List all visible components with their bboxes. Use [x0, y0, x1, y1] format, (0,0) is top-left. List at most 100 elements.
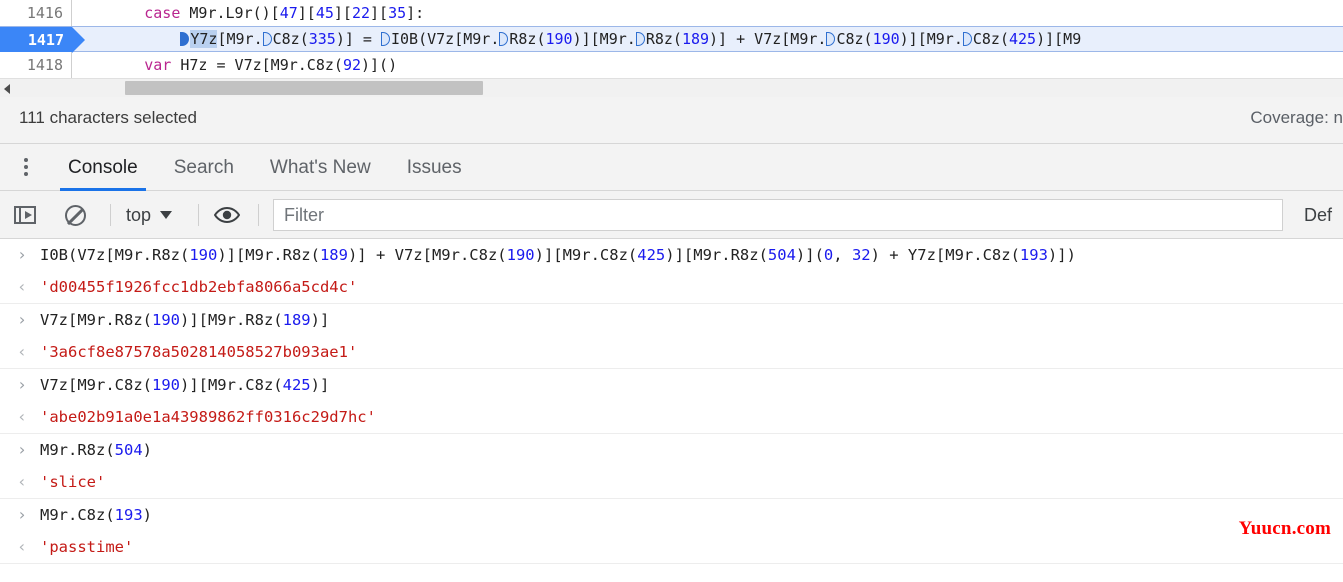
clear-console-button[interactable]	[65, 191, 86, 239]
source-code-lines[interactable]: 1416 case M9r.L9r()[47][45][22][35]: 1417…	[0, 0, 1343, 78]
code-token: )][M9r.R8z(	[179, 311, 283, 329]
code-token: ,	[833, 246, 852, 264]
console-input-row[interactable]: › V7z[M9r.C8z(190)][M9r.C8z(425)]	[0, 369, 1343, 401]
drawer-tab-bar: Console Search What's New Issues	[0, 144, 1343, 191]
code-token: )][M9r.R8z(	[665, 246, 768, 264]
toolbar-divider-1	[110, 204, 111, 226]
editor-status-bar: 111 characters selected Coverage: n	[0, 97, 1343, 144]
kebab-menu-icon[interactable]	[24, 158, 28, 177]
tab-issues[interactable]: Issues	[389, 144, 480, 191]
toolbar-divider-2	[198, 204, 199, 226]
code-token: )]()	[361, 56, 398, 74]
editor-horizontal-scrollbar[interactable]	[0, 78, 1343, 97]
code-token: 189	[282, 311, 311, 329]
code-fold-marker-icon[interactable]	[381, 32, 390, 46]
code-token: var	[144, 56, 172, 74]
tab-console[interactable]: Console	[50, 144, 156, 191]
console-row-text: M9r.R8z(504)	[40, 434, 152, 466]
prompt-arrow-icon: ›	[17, 310, 27, 329]
scrollbar-thumb[interactable]	[125, 81, 483, 95]
code-fold-marker-icon[interactable]	[962, 32, 972, 46]
code-token: )	[142, 441, 152, 459]
code-token: 189	[319, 246, 348, 264]
code-fold-marker-icon[interactable]	[826, 32, 836, 46]
line-number[interactable]: 1418	[0, 52, 72, 78]
sidebar-toggle-button[interactable]	[14, 191, 36, 239]
console-input-row[interactable]: › V7z[M9r.R8z(190)][M9r.R8z(189)]	[0, 304, 1343, 336]
tab-label: Issues	[406, 156, 462, 178]
console-result-row[interactable]: ‹ '3a6cf8e87578a502814058527b093ae1'	[0, 336, 1343, 369]
console-input-row[interactable]: › I0B(V7z[M9r.R8z(190)][M9r.R8z(189)] + V…	[0, 239, 1343, 271]
tab-label: What's New	[269, 156, 371, 178]
toolbar-divider-3	[258, 204, 259, 226]
code-token: )][M9r.	[899, 30, 963, 48]
tab-what-s-new[interactable]: What's New	[252, 144, 389, 191]
console-row-text: V7z[M9r.R8z(190)][M9r.R8z(189)]	[40, 304, 329, 336]
execution-context-value: top	[126, 204, 152, 225]
code-token: 47	[279, 4, 298, 22]
code-token: 45	[315, 4, 334, 22]
scroll-left-arrow-icon[interactable]	[4, 84, 10, 94]
code-token: H7z = V7z[M9r.C8z(	[171, 56, 343, 74]
code-line-text[interactable]: case M9r.L9r()[47][45][22][35]:	[72, 0, 424, 26]
code-token: 190	[506, 246, 535, 264]
execution-context-selector[interactable]: top	[126, 191, 173, 239]
site-watermark: Yuucn.com	[1238, 518, 1331, 539]
code-token: 190	[189, 246, 218, 264]
code-line[interactable]: 1416 case M9r.L9r()[47][45][22][35]:	[0, 0, 1343, 26]
prompt-arrow-icon: ›	[17, 505, 27, 524]
console-result-row[interactable]: ‹ 'slice'	[0, 466, 1343, 499]
code-token: V7z[M9r.R8z(	[40, 311, 152, 329]
line-number[interactable]: 1416	[0, 0, 72, 26]
tab-search[interactable]: Search	[156, 144, 252, 191]
code-token: 189	[681, 30, 710, 48]
console-result-row[interactable]: ‹ 'd00455f1926fcc1db2ebfa8066a5cd4c'	[0, 271, 1343, 304]
code-token: M9r.R8z(	[40, 441, 115, 459]
live-expression-button[interactable]	[214, 191, 240, 239]
code-token: )][M9	[1036, 30, 1082, 48]
chevron-down-icon	[160, 211, 173, 219]
code-token: 425	[1009, 30, 1037, 48]
clear-console-icon	[65, 204, 86, 226]
console-row-text: '3a6cf8e87578a502814058527b093ae1'	[40, 343, 358, 361]
console-input-row[interactable]: › M9r.C8z(193)	[0, 499, 1343, 531]
console-row-text: 'slice'	[40, 473, 106, 491]
code-token: 35	[388, 4, 407, 22]
code-fold-marker-icon[interactable]	[635, 32, 645, 46]
code-line-text[interactable]: Y7z[M9r. C8z(335)] = I0B(V7z[M9r. R8z(190)…	[72, 27, 1081, 51]
filter-input[interactable]	[273, 199, 1283, 231]
code-token: 504	[767, 246, 796, 264]
code-token: C8z(	[272, 30, 309, 48]
code-token: ]:	[406, 4, 425, 22]
code-token: ][	[297, 4, 316, 22]
result-arrow-icon: ‹	[17, 472, 27, 491]
log-levels-selector[interactable]: Def	[1304, 191, 1332, 239]
code-fold-marker-icon[interactable]	[499, 32, 509, 46]
code-line[interactable]: 1417 Y7z[M9r. C8z(335)] = I0B(V7z[M9r. R8z…	[0, 26, 1343, 53]
code-token: ][	[333, 4, 352, 22]
console-result-row[interactable]: ‹ 'passtime'	[0, 531, 1343, 564]
console-message-list[interactable]: › I0B(V7z[M9r.R8z(190)][M9r.R8z(189)] + V…	[0, 239, 1343, 582]
code-token: 92	[342, 56, 361, 74]
console-input-row[interactable]: › M9r.R8z(504)	[0, 434, 1343, 466]
code-line[interactable]: 1418 var H7z = V7z[M9r.C8z(92)]()	[0, 52, 1343, 78]
code-token: R8z(	[645, 30, 682, 48]
selection-info-label: 111 characters selected	[19, 108, 197, 127]
code-fold-marker-icon[interactable]	[262, 32, 272, 46]
code-token: C8z(	[836, 30, 873, 48]
console-row-text: I0B(V7z[M9r.R8z(190)][M9r.R8z(189)] + V7…	[40, 239, 1076, 271]
code-token: Y7z	[190, 30, 218, 48]
code-token: M9r.C8z(	[40, 506, 115, 524]
code-token: 504	[114, 441, 143, 459]
code-token: case	[144, 4, 181, 22]
code-fold-marker-icon[interactable]	[180, 32, 190, 46]
console-result-row[interactable]: ‹ 'abe02b91a0e1a43989862ff0316c29d7hc'	[0, 401, 1343, 434]
code-token: )]	[310, 376, 330, 394]
code-line-text[interactable]: var H7z = V7z[M9r.C8z(92)]()	[72, 52, 397, 78]
line-number[interactable]: 1417	[0, 27, 85, 53]
eye-icon	[214, 207, 240, 223]
result-arrow-icon: ‹	[17, 407, 27, 426]
